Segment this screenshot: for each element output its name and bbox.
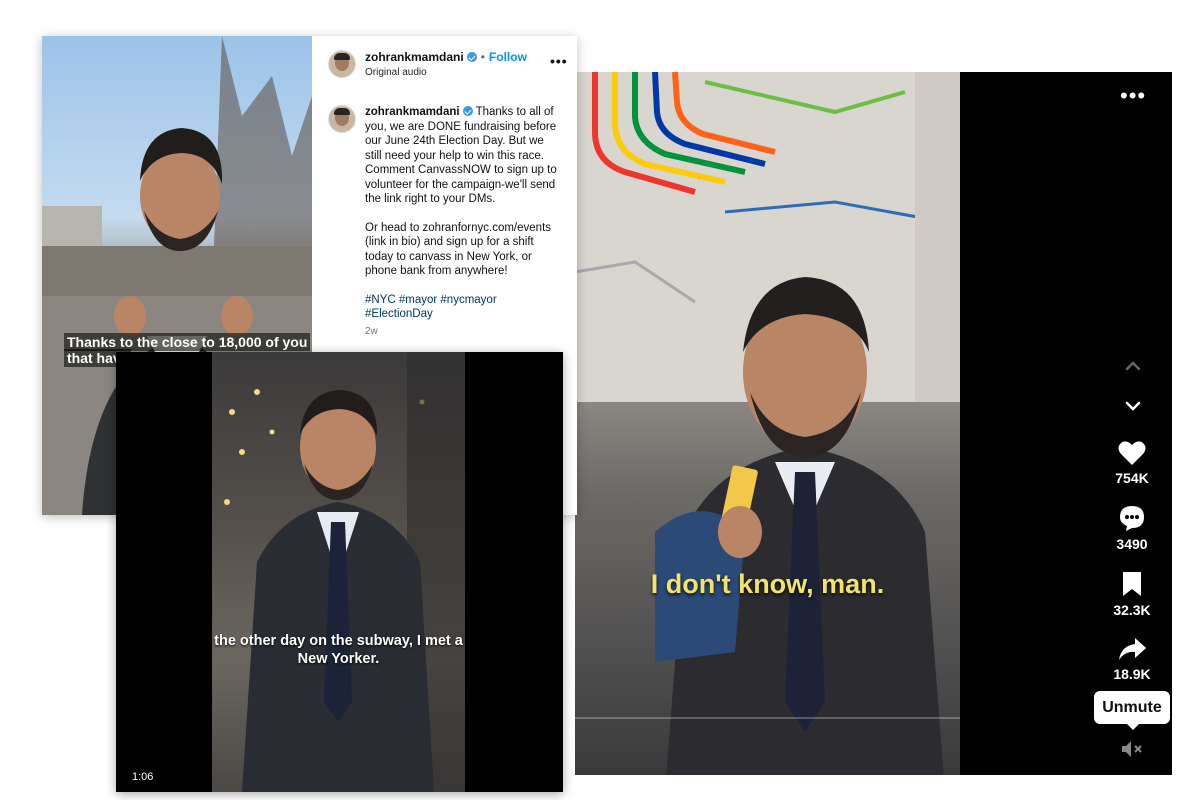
verified-icon — [466, 52, 477, 62]
like-count: 754K — [1115, 470, 1149, 486]
tiktok-video[interactable]: I don't know, man. — [575, 72, 960, 775]
like-button[interactable]: 754K — [1102, 440, 1162, 486]
save-count: 32.3K — [1113, 602, 1151, 618]
chevron-up-icon[interactable] — [1122, 355, 1144, 377]
follow-button[interactable]: Follow — [489, 50, 527, 64]
share-button[interactable]: 18.9K — [1102, 636, 1162, 682]
comment-icon — [1120, 506, 1144, 531]
reel-video-frame — [212, 352, 465, 792]
comment-button[interactable]: 3490 — [1102, 504, 1162, 552]
more-options-icon[interactable]: ••• — [1120, 85, 1145, 107]
avatar[interactable] — [328, 50, 356, 78]
reel-video-player[interactable]: the other day on the subway, I met a New… — [116, 352, 563, 792]
heart-icon — [1118, 441, 1146, 465]
caption-text-1: Thanks to all of you, we are DONE fundra… — [365, 106, 557, 205]
post-header: zohrankmamdani • Follow — [365, 50, 527, 64]
subway-rider-photo — [655, 277, 944, 775]
more-options-icon[interactable]: ••• — [550, 53, 568, 69]
video-progress-bar[interactable] — [575, 717, 960, 719]
caption-text-2: Or head to zohranfornyc.com/events (link… — [365, 221, 552, 278]
username-link[interactable]: zohrankmamdani — [365, 50, 464, 64]
post-timestamp: 2w — [365, 326, 378, 337]
video-caption: I don't know, man. — [650, 569, 885, 599]
separator-dot: • — [480, 50, 485, 64]
caption-avatar[interactable] — [328, 105, 356, 133]
street-photo — [224, 352, 465, 792]
chevron-down-icon[interactable] — [1122, 395, 1144, 417]
verified-icon — [462, 106, 473, 116]
share-count: 18.9K — [1113, 666, 1151, 682]
share-icon — [1119, 638, 1146, 660]
caption-username[interactable]: zohrankmamdani — [365, 106, 460, 118]
comment-count: 3490 — [1116, 536, 1148, 552]
audio-link[interactable]: Original audio — [365, 67, 427, 78]
save-button[interactable]: 32.3K — [1102, 570, 1162, 618]
bookmark-icon — [1123, 572, 1141, 596]
reel-subtitle: the other day on the subway, I met a New… — [214, 633, 463, 667]
tiktok-player: I don't know, man. ••• 754K 3490 32.3K 1… — [575, 72, 1172, 775]
reel-timestamp: 1:06 — [132, 771, 154, 783]
post-caption: zohrankmamdani Thanks to all of you, we … — [365, 105, 561, 336]
unmute-tooltip: Unmute — [1094, 691, 1170, 730]
mute-icon[interactable] — [1120, 738, 1144, 760]
hashtags[interactable]: #NYC #mayor #nycmayor #ElectionDay — [365, 293, 561, 322]
